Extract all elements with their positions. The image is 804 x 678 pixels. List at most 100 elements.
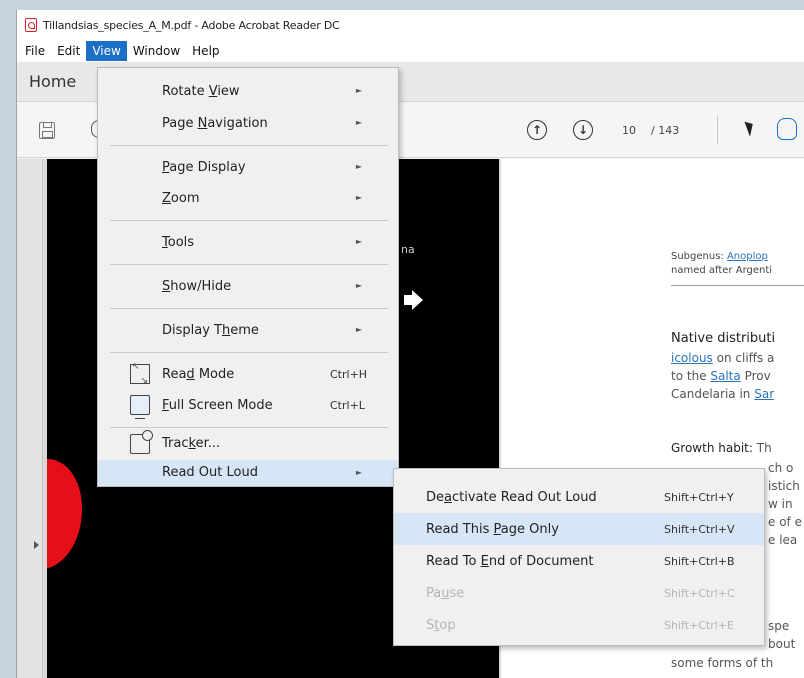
text-fragment-7: bout <box>768 637 796 651</box>
menu-item-read-this-page-only[interactable]: Read This Page Only Shift+Ctrl+V <box>394 513 764 545</box>
menu-item-label: Tracker... <box>162 436 221 451</box>
menu-item-label: Read To End of Document <box>426 554 594 569</box>
menu-edit[interactable]: Edit <box>51 41 86 61</box>
menu-item-label: Tools <box>162 235 195 250</box>
menu-item-label: Read This Page Only <box>426 522 559 537</box>
section-rule <box>671 285 804 286</box>
menu-bar: File Edit View Window Help <box>17 40 804 62</box>
window-title: Tillandsias_species_A_M.pdf - Adobe Acro… <box>43 18 340 32</box>
left-panel <box>17 159 43 678</box>
menu-item-page-navigation[interactable]: Page Navigation ► <box>98 108 398 138</box>
acrobat-pdf-icon <box>25 18 37 32</box>
menu-shortcut: Shift+Ctrl+C <box>664 587 735 600</box>
menu-item-stop: Stop Shift+Ctrl+E <box>394 609 764 641</box>
next-page-icon[interactable]: ↓ <box>573 120 593 140</box>
title-bar: Tillandsias_species_A_M.pdf - Adobe Acro… <box>17 10 804 40</box>
menu-item-label: Stop <box>426 618 456 633</box>
menu-item-tools[interactable]: Tools ► <box>98 227 398 257</box>
menu-separator <box>110 427 388 428</box>
submenu-arrow-icon: ► <box>355 325 362 334</box>
toolbar-divider <box>717 116 718 144</box>
text-fragment-5: e lea <box>768 533 798 547</box>
menu-item-tracker[interactable]: Tracker... <box>98 430 398 456</box>
menu-item-label: Show/Hide <box>162 279 232 294</box>
native-line-3: Candelaria in Sar <box>671 387 775 401</box>
salta-link[interactable]: Salta <box>710 369 740 383</box>
tab-home[interactable]: Home <box>29 72 76 91</box>
submenu-arrow-icon: ► <box>355 281 362 290</box>
menu-shortcut: Shift+Ctrl+B <box>664 555 735 568</box>
text-fragment-1: ch o <box>768 461 794 475</box>
menu-item-label: Read Out Loud <box>162 465 258 480</box>
menu-item-show-hide[interactable]: Show/Hide ► <box>98 271 398 301</box>
menu-shortcut: Ctrl+L <box>330 399 365 412</box>
menu-item-pause: Pause Shift+Ctrl+C <box>394 577 764 609</box>
menu-item-display-theme[interactable]: Display Theme ► <box>98 315 398 345</box>
text-fragment-3: w in <box>768 497 793 511</box>
menu-help[interactable]: Help <box>186 41 225 61</box>
menu-item-label: Display Theme <box>162 323 259 338</box>
read-out-loud-submenu: Deactivate Read Out Loud Shift+Ctrl+Y Re… <box>393 468 765 646</box>
menu-file[interactable]: File <box>19 41 51 61</box>
tracker-icon <box>130 430 153 454</box>
select-cursor-icon[interactable] <box>744 119 757 137</box>
hand-tool-icon[interactable] <box>777 118 797 140</box>
menu-item-label: Page Navigation <box>162 116 268 131</box>
menu-item-zoom[interactable]: Zoom ► <box>98 183 398 213</box>
menu-shortcut: Shift+Ctrl+E <box>664 619 734 632</box>
submenu-arrow-icon: ► <box>355 468 362 477</box>
native-line-1: icolous on cliffs a <box>671 351 775 365</box>
menu-shortcut: Shift+Ctrl+Y <box>664 491 734 504</box>
text-fragment-4: e of e <box>768 515 802 529</box>
icolous-link[interactable]: icolous <box>671 351 713 365</box>
save-icon[interactable] <box>39 122 55 139</box>
text-fragment-2: istich <box>768 479 800 493</box>
white-arrow-icon <box>404 290 423 310</box>
menu-item-read-out-loud[interactable]: Read Out Loud ► <box>98 460 398 486</box>
full-screen-icon <box>130 395 150 419</box>
menu-shortcut: Shift+Ctrl+V <box>664 523 735 536</box>
menu-shortcut: Ctrl+H <box>330 368 368 381</box>
named-after-line: named after Argenti <box>671 265 773 276</box>
page-number-input[interactable]: 10 <box>622 124 636 137</box>
sar-link[interactable]: Sar <box>754 387 774 401</box>
subgenus-line: Subgenus: Anoplop <box>671 251 768 262</box>
menu-separator <box>110 308 388 309</box>
submenu-arrow-icon: ► <box>355 237 362 246</box>
text-fragment-6: spe <box>768 619 790 633</box>
submenu-arrow-icon: ► <box>355 86 362 95</box>
menu-item-label: Full Screen Mode <box>162 398 273 413</box>
text-last-line: some forms of th <box>671 656 774 670</box>
menu-item-page-display[interactable]: Page Display ► <box>98 152 398 182</box>
submenu-arrow-icon: ► <box>355 162 362 171</box>
menu-separator <box>110 352 388 353</box>
menu-item-rotate-view[interactable]: Rotate View ► <box>98 76 398 106</box>
submenu-arrow-icon: ► <box>355 118 362 127</box>
native-distribution-heading: Native distributi <box>671 331 776 346</box>
menu-item-label: Pause <box>426 586 465 601</box>
menu-separator <box>110 220 388 221</box>
red-flower-petal <box>47 452 93 576</box>
expand-panel-icon[interactable] <box>34 541 39 549</box>
photo-caption-fragment: na <box>401 243 415 256</box>
growth-habit-line: Growth habit: Th <box>671 441 772 455</box>
menu-item-label: Page Display <box>162 160 246 175</box>
menu-item-read-mode[interactable]: Read Mode Ctrl+H <box>98 359 398 389</box>
menu-item-label: Zoom <box>162 191 200 206</box>
menu-separator <box>110 145 388 146</box>
menu-item-deactivate-read-out-loud[interactable]: Deactivate Read Out Loud Shift+Ctrl+Y <box>394 481 764 513</box>
read-mode-icon <box>130 362 150 386</box>
previous-page-icon[interactable]: ↑ <box>527 120 547 140</box>
menu-view[interactable]: View <box>86 41 127 61</box>
menu-item-full-screen[interactable]: Full Screen Mode Ctrl+L <box>98 390 398 420</box>
subgenus-link[interactable]: Anoplop <box>727 251 768 262</box>
native-line-2: to the Salta Prov <box>671 369 771 383</box>
submenu-arrow-icon: ► <box>355 193 362 202</box>
menu-window[interactable]: Window <box>127 41 186 61</box>
page-total: / 143 <box>651 124 680 137</box>
menu-item-label: Rotate View <box>162 84 240 99</box>
menu-item-read-to-end[interactable]: Read To End of Document Shift+Ctrl+B <box>394 545 764 577</box>
menu-separator <box>110 264 388 265</box>
menu-item-label: Deactivate Read Out Loud <box>426 490 597 505</box>
view-menu-dropdown: Rotate View ► Page Navigation ► Page Dis… <box>97 67 399 487</box>
